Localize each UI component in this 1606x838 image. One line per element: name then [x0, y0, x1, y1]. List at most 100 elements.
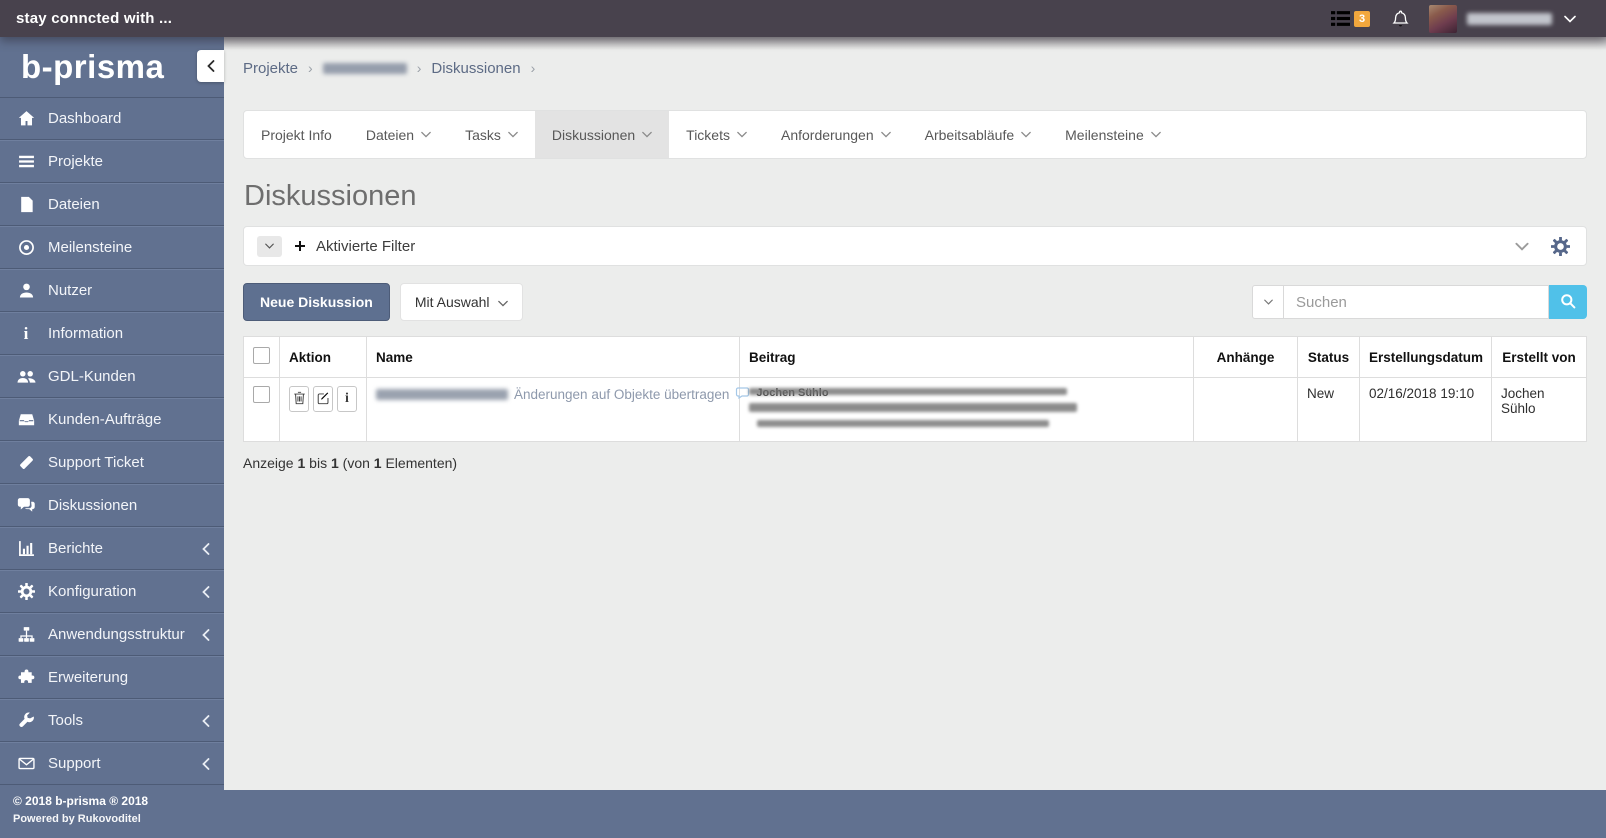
- bullseye-icon: [16, 239, 36, 257]
- gear-icon[interactable]: [1551, 237, 1570, 256]
- tab-tickets[interactable]: Tickets: [669, 111, 764, 158]
- tab-label: Tickets: [686, 127, 730, 143]
- chevron-down-icon: [1021, 131, 1031, 138]
- column-header-anhaenge: Anhänge: [1194, 337, 1298, 378]
- tab-arbeitsablaeufe[interactable]: Arbeitsabläufe: [908, 111, 1049, 158]
- sidebar-item-label: Konfiguration: [48, 583, 202, 600]
- ticket-icon: [16, 454, 36, 472]
- powered-by-text: Powered by Rukovoditel: [13, 813, 148, 825]
- new-discussion-button[interactable]: Neue Diskussion: [243, 283, 390, 321]
- sidebar-item-label: Dashboard: [48, 110, 210, 127]
- sidebar-item-label: Meilensteine: [48, 239, 210, 256]
- tab-label: Projekt Info: [261, 127, 332, 143]
- sidebar-item-support[interactable]: Support: [0, 742, 224, 785]
- bell-icon[interactable]: [1392, 10, 1409, 28]
- sidebar-item-gdl-kunden[interactable]: GDL-Kunden: [0, 355, 224, 398]
- top-bar-title: stay conncted with ...: [0, 10, 172, 27]
- copyright-text: © 2018 b-prisma ® 2018: [13, 794, 148, 808]
- edit-icon: [317, 391, 330, 408]
- puzzle-icon: [16, 669, 36, 687]
- chevron-down-icon: [508, 131, 518, 138]
- bars-icon: [16, 153, 36, 171]
- breadcrumb-projekte[interactable]: Projekte: [243, 60, 298, 77]
- tab-projekt-info[interactable]: Projekt Info: [244, 111, 349, 158]
- search-button[interactable]: [1549, 285, 1587, 319]
- edit-button[interactable]: [313, 386, 333, 412]
- sidebar-item-konfiguration[interactable]: Konfiguration: [0, 570, 224, 613]
- filter-label: Aktivierte Filter: [316, 238, 415, 255]
- column-header-erstellungsdatum: Erstellungsdatum: [1360, 337, 1492, 378]
- select-all-checkbox[interactable]: [253, 347, 270, 364]
- sidebar-item-erweiterung[interactable]: Erweiterung: [0, 656, 224, 699]
- tab-tasks[interactable]: Tasks: [448, 111, 535, 158]
- sidebar-item-kunden-auftraege[interactable]: Kunden-Aufträge: [0, 398, 224, 441]
- sidebar-item-dashboard[interactable]: Dashboard: [0, 97, 224, 140]
- chevron-down-icon: [498, 294, 508, 310]
- sidebar-item-label: Diskussionen: [48, 497, 210, 514]
- filter-bar: Aktivierte Filter: [243, 226, 1587, 266]
- notification-count-badge[interactable]: 3: [1354, 11, 1370, 27]
- add-filter-icon[interactable]: [294, 240, 306, 252]
- row-created-cell: 02/16/2018 19:10: [1360, 378, 1492, 442]
- sidebar-item-tools[interactable]: Tools: [0, 699, 224, 742]
- tab-anforderungen[interactable]: Anforderungen: [764, 111, 908, 158]
- row-created-by-cell: Jochen Sühlo: [1492, 378, 1587, 442]
- sidebar-item-nutzer[interactable]: Nutzer: [0, 269, 224, 312]
- sidebar-item-diskussionen[interactable]: Diskussionen: [0, 484, 224, 527]
- info-button[interactable]: i: [337, 386, 357, 412]
- sidebar-item-berichte[interactable]: Berichte: [0, 527, 224, 570]
- sidebar-item-label: Nutzer: [48, 282, 210, 299]
- chevron-down-icon[interactable]: [1515, 242, 1529, 251]
- search-options-dropdown[interactable]: [1252, 285, 1284, 319]
- application-window: stay conncted with ... 3 b-prisma Dashbo…: [0, 0, 1606, 838]
- sidebar-item-projekte[interactable]: Projekte: [0, 140, 224, 183]
- th-list-icon[interactable]: [1331, 11, 1350, 26]
- delete-button[interactable]: [289, 386, 309, 412]
- row-name-cell: Änderungen auf Objekte übertragen Jochen…: [367, 378, 740, 442]
- chevron-down-icon: [737, 131, 747, 138]
- gear-icon: [16, 583, 36, 601]
- tab-dateien[interactable]: Dateien: [349, 111, 448, 158]
- brand-logo[interactable]: b-prisma: [0, 37, 224, 97]
- chevron-down-icon: [642, 131, 652, 138]
- sidebar-item-label: Dateien: [48, 196, 210, 213]
- tab-label: Dateien: [366, 127, 414, 143]
- breadcrumb-project-redacted[interactable]: [323, 63, 407, 74]
- chevron-down-icon[interactable]: [1564, 10, 1576, 28]
- tab-label: Arbeitsabläufe: [925, 127, 1015, 143]
- home-icon: [16, 110, 36, 128]
- info-icon: i: [16, 325, 36, 343]
- discussion-link[interactable]: Änderungen auf Objekte übertragen: [514, 387, 729, 402]
- with-selection-button[interactable]: Mit Auswahl: [400, 283, 523, 321]
- table-header-row: Aktion Name Beitrag Anhänge Status Erste…: [244, 337, 1587, 378]
- avatar[interactable]: [1429, 5, 1457, 33]
- sidebar-item-label: GDL-Kunden: [48, 368, 210, 385]
- envelope-icon: [16, 755, 36, 773]
- discussions-table: Aktion Name Beitrag Anhänge Status Erste…: [243, 336, 1587, 442]
- tab-label: Meilensteine: [1065, 127, 1144, 143]
- sidebar-collapse-button[interactable]: [197, 50, 224, 82]
- top-bar-actions: 3: [1331, 5, 1606, 33]
- search-input[interactable]: [1284, 285, 1549, 319]
- page-title: Diskussionen: [244, 180, 1587, 213]
- sidebar-item-anwendungsstruktur[interactable]: Anwendungsstruktur: [0, 613, 224, 656]
- sidebar-item-information[interactable]: i Information: [0, 312, 224, 355]
- breadcrumb-diskussionen[interactable]: Diskussionen: [431, 60, 520, 77]
- row-beitrag-cell: [740, 378, 1194, 442]
- name-redacted-text: [376, 389, 508, 400]
- sitemap-icon: [16, 626, 36, 644]
- sidebar-item-support-ticket[interactable]: Support Ticket: [0, 441, 224, 484]
- sidebar-item-dateien[interactable]: Dateien: [0, 183, 224, 226]
- row-checkbox[interactable]: [253, 386, 270, 403]
- chevron-left-icon: [202, 629, 210, 641]
- beitrag-redacted-text: [749, 386, 1184, 427]
- filter-collapse-button[interactable]: [257, 236, 282, 257]
- tab-diskussionen[interactable]: Diskussionen: [535, 111, 669, 158]
- sidebar-item-label: Berichte: [48, 540, 202, 557]
- sidebar-item-meilensteine[interactable]: Meilensteine: [0, 226, 224, 269]
- trash-icon: [293, 391, 306, 408]
- pagination-summary: Anzeige 1 bis 1 (von 1 Elementen): [243, 455, 1587, 471]
- page-body: Projekt Info Dateien Tasks Diskussionen …: [224, 110, 1606, 471]
- tab-meilensteine[interactable]: Meilensteine: [1048, 111, 1178, 158]
- info-icon: i: [345, 392, 349, 406]
